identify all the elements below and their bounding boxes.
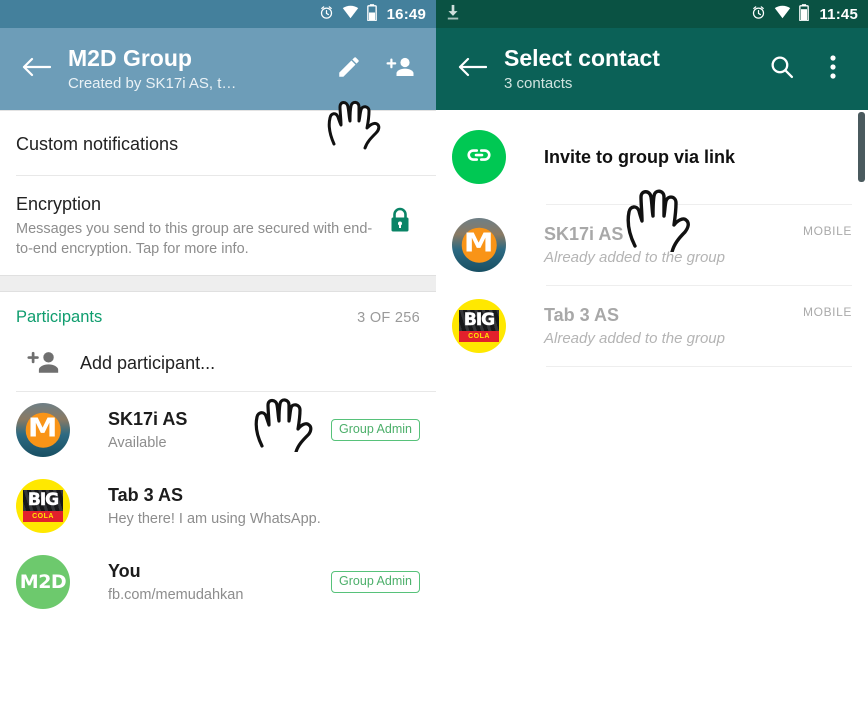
participant-status: Hey there! I am using WhatsApp. <box>108 510 321 527</box>
contact-status: Already added to the group <box>544 329 725 347</box>
avatar <box>452 130 506 184</box>
alarm-icon <box>751 5 766 24</box>
participant-status: fb.com/memudahkan <box>108 586 244 603</box>
add-person-icon <box>386 54 416 85</box>
edit-pencil-icon <box>336 54 362 85</box>
group-subtitle: Created by SK17i AS, t… <box>68 75 237 92</box>
right-app-bar: Select contact 3 contacts <box>436 28 868 110</box>
contact-info: SK17i AS Already added to the group <box>506 223 803 268</box>
avatar: BIG COLA <box>452 299 506 353</box>
invite-via-link-row[interactable]: Invite to group via link <box>436 110 868 204</box>
status-time: 11:45 <box>819 5 858 23</box>
contact-info: Tab 3 AS Already added to the group <box>506 304 803 349</box>
section-separator-band <box>0 275 436 292</box>
participant-row[interactable]: M2D You fb.com/memudahkan Group Admin <box>0 544 436 620</box>
scrollbar-thumb[interactable] <box>858 112 865 182</box>
participant-status: Available <box>108 434 167 451</box>
contact-status: Already added to the group <box>544 248 725 266</box>
add-participant-header-button[interactable] <box>378 46 424 92</box>
group-title: M2D Group <box>68 45 192 71</box>
add-participant-label: Add participant... <box>80 352 216 373</box>
edit-group-button[interactable] <box>326 46 372 92</box>
participant-info: You fb.com/memudahkan <box>70 560 331 605</box>
encryption-description: Messages you send to this group are secu… <box>16 221 373 257</box>
contact-phone-type: MOBILE <box>803 305 852 319</box>
invite-label: Invite to group via link <box>544 147 736 167</box>
dual-phone-screenshot: 16:49 M2D Group Created by SK17i AS, t… <box>0 0 868 702</box>
select-contact-titles: Select contact 3 contacts <box>500 44 758 94</box>
avatar: M <box>452 218 506 272</box>
invite-info: Invite to group via link <box>506 145 852 169</box>
lock-icon-wrap <box>378 192 420 239</box>
contact-row: BIG COLA Tab 3 AS Already added to the g… <box>436 286 868 366</box>
participant-name: SK17i AS <box>108 408 188 429</box>
alarm-icon <box>319 5 334 24</box>
status-icons <box>751 3 810 25</box>
participant-row[interactable]: BIG COLA Tab 3 AS Hey there! I am using … <box>0 468 436 544</box>
participant-row[interactable]: M SK17i AS Available Group Admin <box>0 392 436 468</box>
participant-info: SK17i AS Available <box>70 408 331 453</box>
encryption-text: Encryption Messages you send to this gro… <box>16 192 378 259</box>
search-button[interactable] <box>758 46 804 92</box>
overflow-menu-button[interactable] <box>810 46 856 92</box>
avatar: M2D <box>16 555 70 609</box>
participants-section-header: Participants 3 OF 256 <box>0 292 436 335</box>
download-icon <box>446 4 460 25</box>
group-titles: M2D Group Created by SK17i AS, t… <box>64 44 326 94</box>
participants-count: 3 OF 256 <box>357 310 420 326</box>
overflow-menu-icon <box>829 54 837 85</box>
wifi-icon <box>774 5 791 23</box>
status-icons <box>319 3 377 25</box>
back-arrow-icon <box>457 55 488 84</box>
contact-name: Tab 3 AS <box>544 304 620 325</box>
custom-notifications-row[interactable]: Custom notifications <box>0 111 436 175</box>
avatar: BIG COLA <box>16 479 70 533</box>
right-app-bar-actions <box>758 46 860 92</box>
battery-icon <box>799 3 810 25</box>
left-status-bar: 16:49 <box>0 0 436 28</box>
left-phone-group-info: 16:49 M2D Group Created by SK17i AS, t… <box>0 0 436 702</box>
left-app-bar: M2D Group Created by SK17i AS, t… <box>0 28 436 110</box>
link-icon <box>464 140 494 175</box>
row-divider <box>546 366 852 367</box>
search-icon <box>769 54 794 84</box>
contact-name: SK17i AS <box>544 223 624 244</box>
avatar: M <box>16 403 70 457</box>
status-badge: Group Admin <box>331 571 420 593</box>
back-button[interactable] <box>444 55 500 84</box>
add-person-icon <box>16 349 72 377</box>
status-badge: Group Admin <box>331 419 420 441</box>
right-status-bar: 11:45 <box>436 0 868 28</box>
participant-name: You <box>108 560 141 581</box>
encryption-title: Encryption <box>16 194 102 214</box>
encryption-row[interactable]: Encryption Messages you send to this gro… <box>0 176 436 275</box>
participant-info: Tab 3 AS Hey there! I am using WhatsApp. <box>70 484 420 529</box>
wifi-icon <box>342 5 359 23</box>
back-arrow-icon <box>21 55 52 84</box>
contact-row: M SK17i AS Already added to the group MO… <box>436 205 868 285</box>
back-button[interactable] <box>8 55 64 84</box>
left-app-bar-actions <box>326 46 428 92</box>
add-participant-row[interactable]: Add participant... <box>0 335 436 391</box>
page-title: Select contact <box>504 45 660 71</box>
status-time: 16:49 <box>386 5 426 23</box>
battery-icon <box>366 3 377 25</box>
participants-title: Participants <box>16 308 103 326</box>
custom-notifications-label: Custom notifications <box>16 134 179 154</box>
contact-phone-type: MOBILE <box>803 224 852 238</box>
lock-icon <box>388 207 412 238</box>
notification-icons <box>446 0 460 28</box>
contacts-count: 3 contacts <box>504 75 573 92</box>
right-phone-select-contact: 11:45 Select contact 3 contacts Invite t… <box>436 0 868 702</box>
participant-name: Tab 3 AS <box>108 484 184 505</box>
